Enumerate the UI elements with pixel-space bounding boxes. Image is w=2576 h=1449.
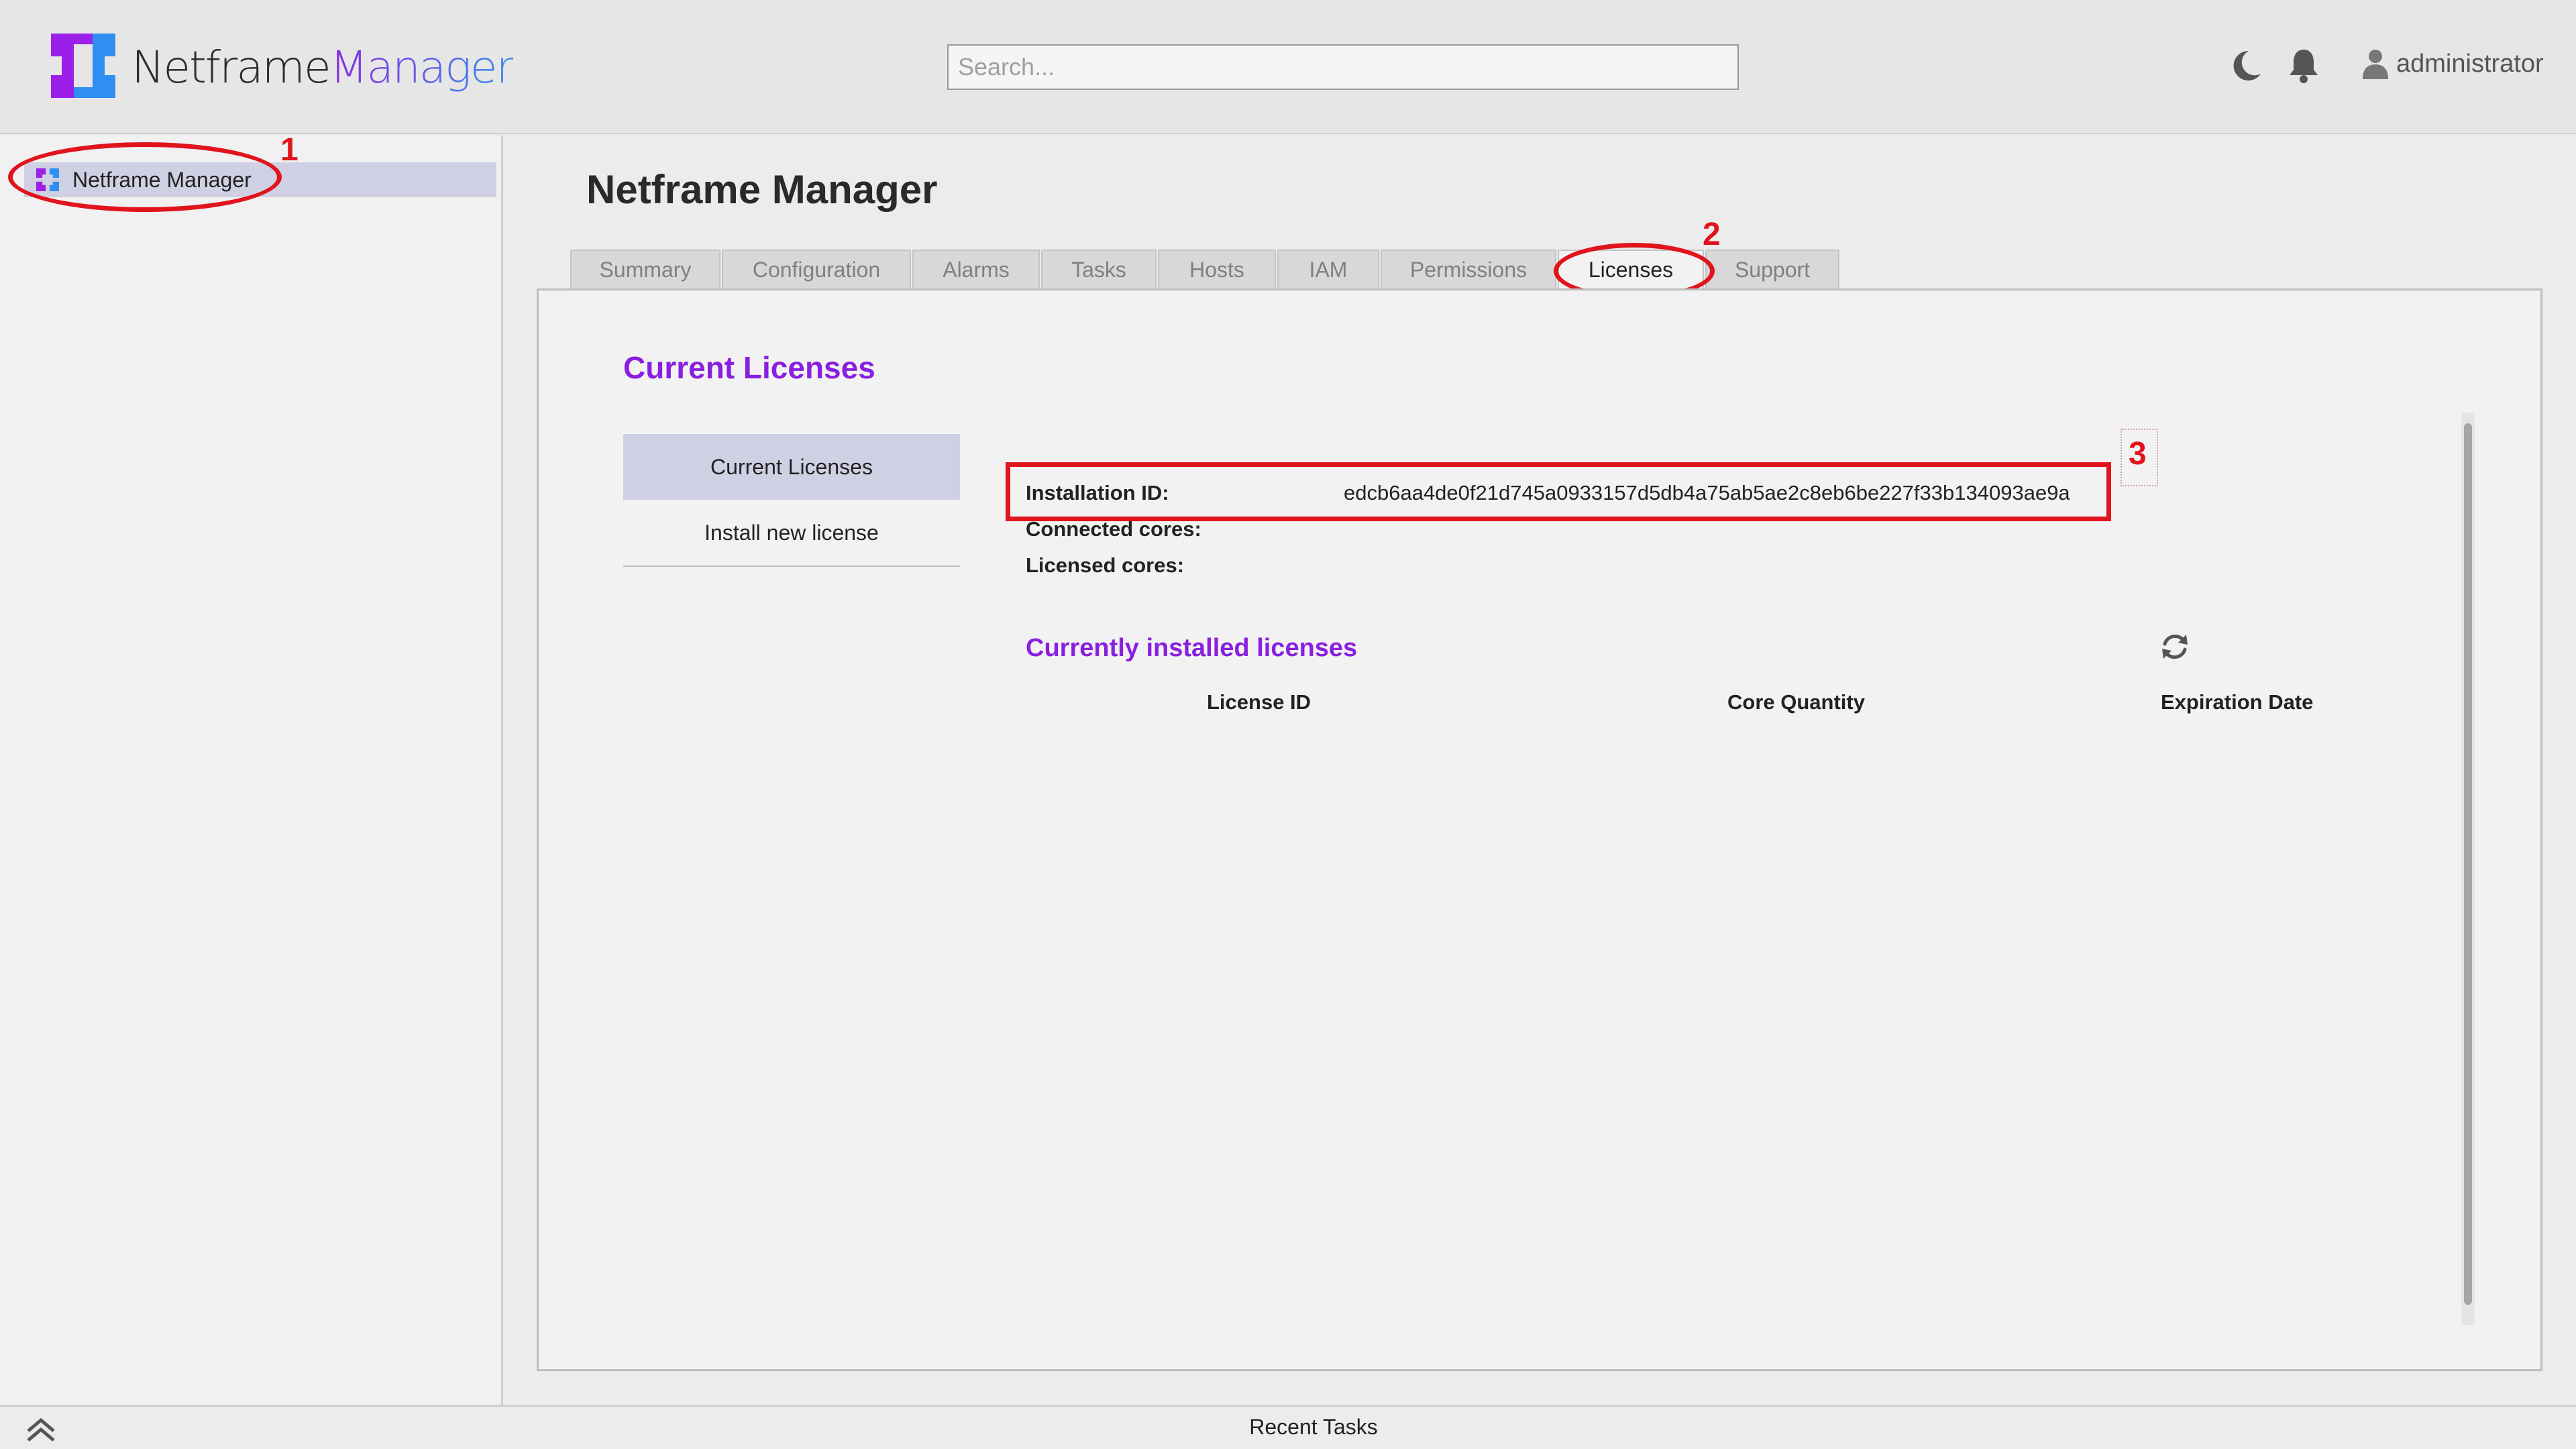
annotation-rect-3: [1006, 462, 2111, 521]
app-header: NetframeManager administrator: [0, 0, 2576, 134]
column-license-id: License ID: [1207, 690, 1311, 714]
tab-permissions[interactable]: Permissions: [1381, 250, 1556, 288]
username-label: administrator: [2396, 49, 2544, 78]
page-title: Netframe Manager: [586, 167, 938, 212]
subnav-current-licenses[interactable]: Current Licenses: [623, 434, 960, 500]
annotation-ellipse-1: [8, 142, 282, 212]
section-title: Current Licenses: [623, 350, 875, 385]
tab-iam[interactable]: IAM: [1277, 250, 1379, 288]
column-core-quantity: Core Quantity: [1727, 690, 1865, 714]
logo-wordmark: NetframeManager: [131, 42, 515, 93]
tab-tasks[interactable]: Tasks: [1041, 250, 1157, 288]
column-expiration-date: Expiration Date: [2161, 690, 2314, 714]
recent-tasks-bar: Recent Tasks: [0, 1405, 2576, 1449]
annotation-number-3: 3: [2129, 436, 2147, 472]
licensed-cores-label: Licensed cores:: [1026, 553, 1185, 577]
tab-support[interactable]: Support: [1705, 250, 1839, 288]
app-logo[interactable]: NetframeManager: [51, 34, 515, 101]
user-icon: [2363, 50, 2388, 79]
refresh-icon[interactable]: [2159, 631, 2190, 662]
licenses-panel: Current Licenses Current Licenses Instal…: [537, 288, 2542, 1371]
tab-alarms[interactable]: Alarms: [912, 250, 1040, 288]
subnav-divider: [623, 566, 960, 567]
recent-tasks-label[interactable]: Recent Tasks: [0, 1415, 2576, 1440]
tab-configuration[interactable]: Configuration: [722, 250, 911, 288]
tab-summary[interactable]: Summary: [570, 250, 720, 288]
moon-icon[interactable]: [2229, 47, 2263, 85]
installed-licenses-title: Currently installed licenses: [1026, 634, 1358, 662]
search-input[interactable]: [947, 44, 1739, 90]
tab-hosts[interactable]: Hosts: [1158, 250, 1276, 288]
panel-scrollbar[interactable]: [2461, 413, 2475, 1325]
user-menu[interactable]: administrator: [2361, 48, 2544, 79]
scrollbar-thumb[interactable]: [2464, 423, 2472, 1305]
logo-icon: [51, 34, 115, 101]
annotation-number-2: 2: [1703, 217, 1721, 252]
annotation-number-1: 1: [280, 132, 299, 168]
bell-icon[interactable]: [2286, 47, 2321, 85]
subnav-install-new-license[interactable]: Install new license: [623, 500, 960, 566]
licenses-subnav: Current Licenses Install new license: [623, 434, 960, 567]
sidebar: Netframe Manager: [0, 136, 503, 1405]
